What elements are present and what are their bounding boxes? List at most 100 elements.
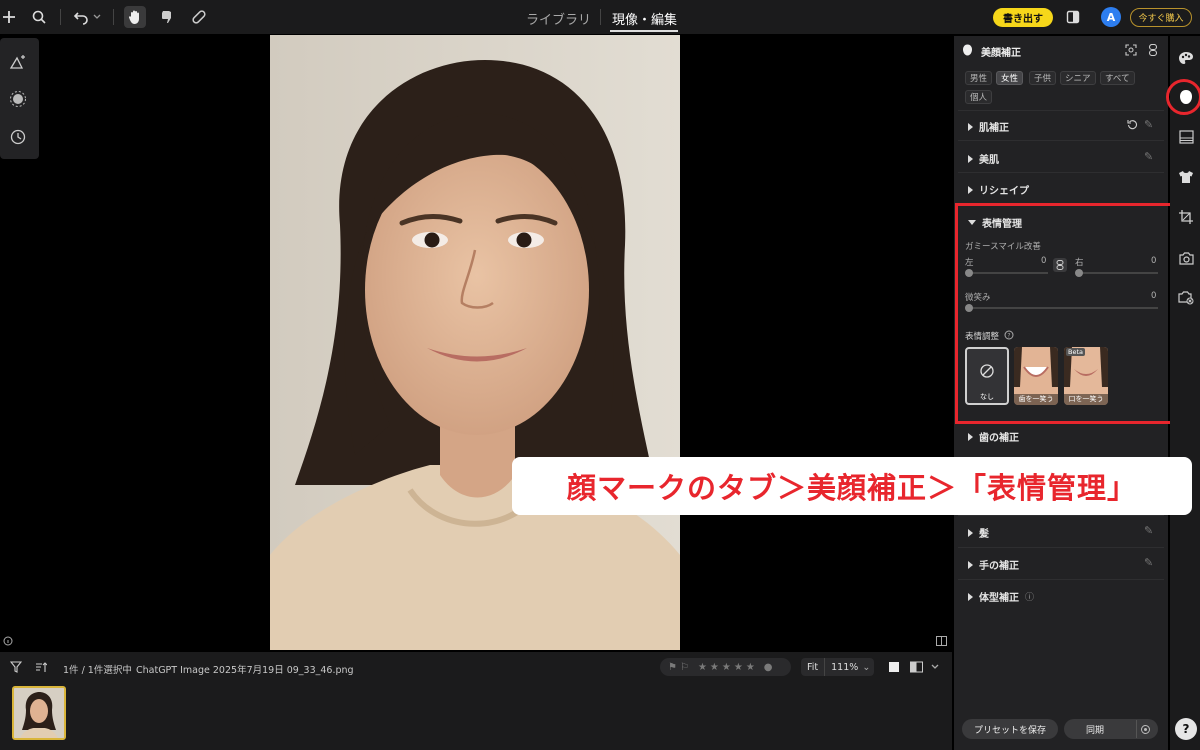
section-label: 歯の補正 <box>979 433 1019 444</box>
triangle-right-icon <box>968 154 973 163</box>
edit-disabled-icon[interactable]: ✎ <box>1144 556 1153 569</box>
section-hair[interactable]: 髪 <box>968 525 989 540</box>
avatar[interactable]: A <box>1101 7 1121 27</box>
flag-icon[interactable]: ⚑ <box>668 662 677 673</box>
section-divider <box>958 140 1164 141</box>
rating-flags: ⚑ ⚐ ★ ★ ★ ★ ★ ● <box>660 658 791 676</box>
compare-view-icon[interactable] <box>936 636 947 649</box>
zoom-control[interactable]: Fit 111% ⌄ <box>801 658 874 676</box>
section-divider <box>958 547 1164 548</box>
portrait-photo <box>270 35 680 650</box>
toolbar-divider <box>600 9 601 25</box>
add-icon[interactable] <box>0 6 20 28</box>
zoom-level[interactable]: 111% <box>825 662 858 673</box>
toolbar-divider <box>60 9 61 25</box>
palette-icon[interactable] <box>1177 49 1195 67</box>
star-icon[interactable]: ★ <box>722 662 731 673</box>
reset-icon[interactable] <box>1125 117 1139 131</box>
section-hands[interactable]: 手の補正 <box>968 557 1019 572</box>
before-after-icon[interactable] <box>908 659 924 675</box>
buy-now-button[interactable]: 今すぐ購入 <box>1130 8 1192 27</box>
history-icon[interactable] <box>7 126 29 148</box>
gradient-icon[interactable] <box>1177 128 1195 146</box>
help-circle-icon[interactable]: ⓘ <box>1025 590 1034 603</box>
star-icon[interactable]: ★ <box>698 662 707 673</box>
undo-icon[interactable] <box>70 6 92 28</box>
shirt-icon[interactable] <box>1177 168 1195 186</box>
section-beauty-skin[interactable]: 美肌 <box>968 151 999 166</box>
help-button[interactable]: ? <box>1175 718 1197 740</box>
section-label: 手の補正 <box>979 561 1019 572</box>
filmstrip-thumbnail[interactable] <box>12 686 66 740</box>
section-teeth[interactable]: 歯の補正 <box>968 429 1019 444</box>
info-icon[interactable] <box>3 636 13 649</box>
chip-senior[interactable]: シニア <box>1060 71 1096 85</box>
triangle-right-icon <box>968 432 973 441</box>
instruction-caption: 顔マークのタブ＞美顔補正＞「表情管理」 <box>512 457 1192 515</box>
toolbar-divider <box>113 9 114 25</box>
section-label: 肌補正 <box>979 123 1009 134</box>
tab-develop-edit[interactable]: 現像・編集 <box>612 9 677 28</box>
crop-icon[interactable] <box>1177 208 1195 226</box>
single-view-icon[interactable] <box>886 659 902 675</box>
tab-library[interactable]: ライブラリ <box>526 9 591 28</box>
left-tool-palette <box>0 38 39 159</box>
section-divider <box>958 515 1164 516</box>
section-label: 体型補正 <box>979 593 1019 604</box>
chevron-down-icon[interactable] <box>928 659 942 675</box>
face-icon <box>960 43 974 57</box>
chip-child[interactable]: 子供 <box>1029 71 1057 85</box>
section-divider <box>958 110 1164 111</box>
section-reshape[interactable]: リシェイプ <box>968 182 1029 197</box>
dislike-icon[interactable] <box>156 6 178 28</box>
edit-disabled-icon[interactable]: ✎ <box>1144 524 1153 537</box>
section-divider <box>958 172 1164 173</box>
section-label: 髪 <box>979 529 989 540</box>
highlight-circle <box>1166 79 1200 115</box>
triangle-right-icon <box>968 185 973 194</box>
chip-all[interactable]: すべて <box>1100 71 1135 85</box>
auto-adjust-icon[interactable] <box>7 51 29 73</box>
face-detect-icon[interactable] <box>1124 43 1138 57</box>
chevron-down-icon[interactable] <box>90 6 104 28</box>
star-icon[interactable]: ★ <box>734 662 743 673</box>
export-button[interactable]: 書き出す <box>993 8 1053 27</box>
exposure-icon[interactable] <box>7 88 29 110</box>
active-tab-underline <box>610 30 678 32</box>
section-divider <box>958 579 1164 580</box>
sync-settings-icon[interactable] <box>1136 720 1154 738</box>
triangle-right-icon <box>968 592 973 601</box>
chip-female[interactable]: 女性 <box>996 71 1024 85</box>
panel-title: 美顔補正 <box>981 48 1021 59</box>
section-skin-correction[interactable]: 肌補正 <box>968 119 1009 134</box>
remove-object-icon[interactable] <box>1177 289 1195 307</box>
triangle-right-icon <box>968 122 973 131</box>
hand-tool-icon[interactable] <box>124 6 146 28</box>
triangle-right-icon <box>968 528 973 537</box>
zoom-fit-button[interactable]: Fit <box>801 658 826 676</box>
search-icon[interactable] <box>28 6 50 28</box>
chip-individual[interactable]: 個人 <box>965 90 993 104</box>
section-label: 美肌 <box>979 155 999 166</box>
star-icon[interactable]: ★ <box>710 662 719 673</box>
chevron-down-icon[interactable]: ⌄ <box>862 662 870 673</box>
filter-icon[interactable] <box>8 659 24 675</box>
save-preset-button[interactable]: プリセットを保存 <box>962 719 1058 739</box>
photo-canvas[interactable] <box>270 35 680 650</box>
camera-icon[interactable] <box>1177 249 1195 267</box>
section-label: リシェイプ <box>979 186 1029 197</box>
star-icon[interactable]: ★ <box>746 662 755 673</box>
flag-reject-icon[interactable]: ⚐ <box>680 662 689 673</box>
file-name: ChatGPT Image 2025年7月19日 09_33_46.png <box>136 665 354 676</box>
section-body[interactable]: 体型補正 ⓘ <box>968 589 1034 604</box>
color-label-icon[interactable]: ● <box>764 662 773 673</box>
link-icon[interactable] <box>1146 43 1160 57</box>
chip-male[interactable]: 男性 <box>965 71 993 85</box>
edit-disabled-icon[interactable]: ✎ <box>1144 150 1153 163</box>
panel-toggle-icon[interactable] <box>1062 6 1084 28</box>
edit-disabled-icon[interactable]: ✎ <box>1144 118 1153 131</box>
bandage-icon[interactable] <box>188 6 210 28</box>
highlight-box <box>955 203 1176 424</box>
sort-icon[interactable] <box>33 659 49 675</box>
top-toolbar: ライブラリ 現像・編集 書き出す A 今すぐ購入 <box>0 0 1200 34</box>
